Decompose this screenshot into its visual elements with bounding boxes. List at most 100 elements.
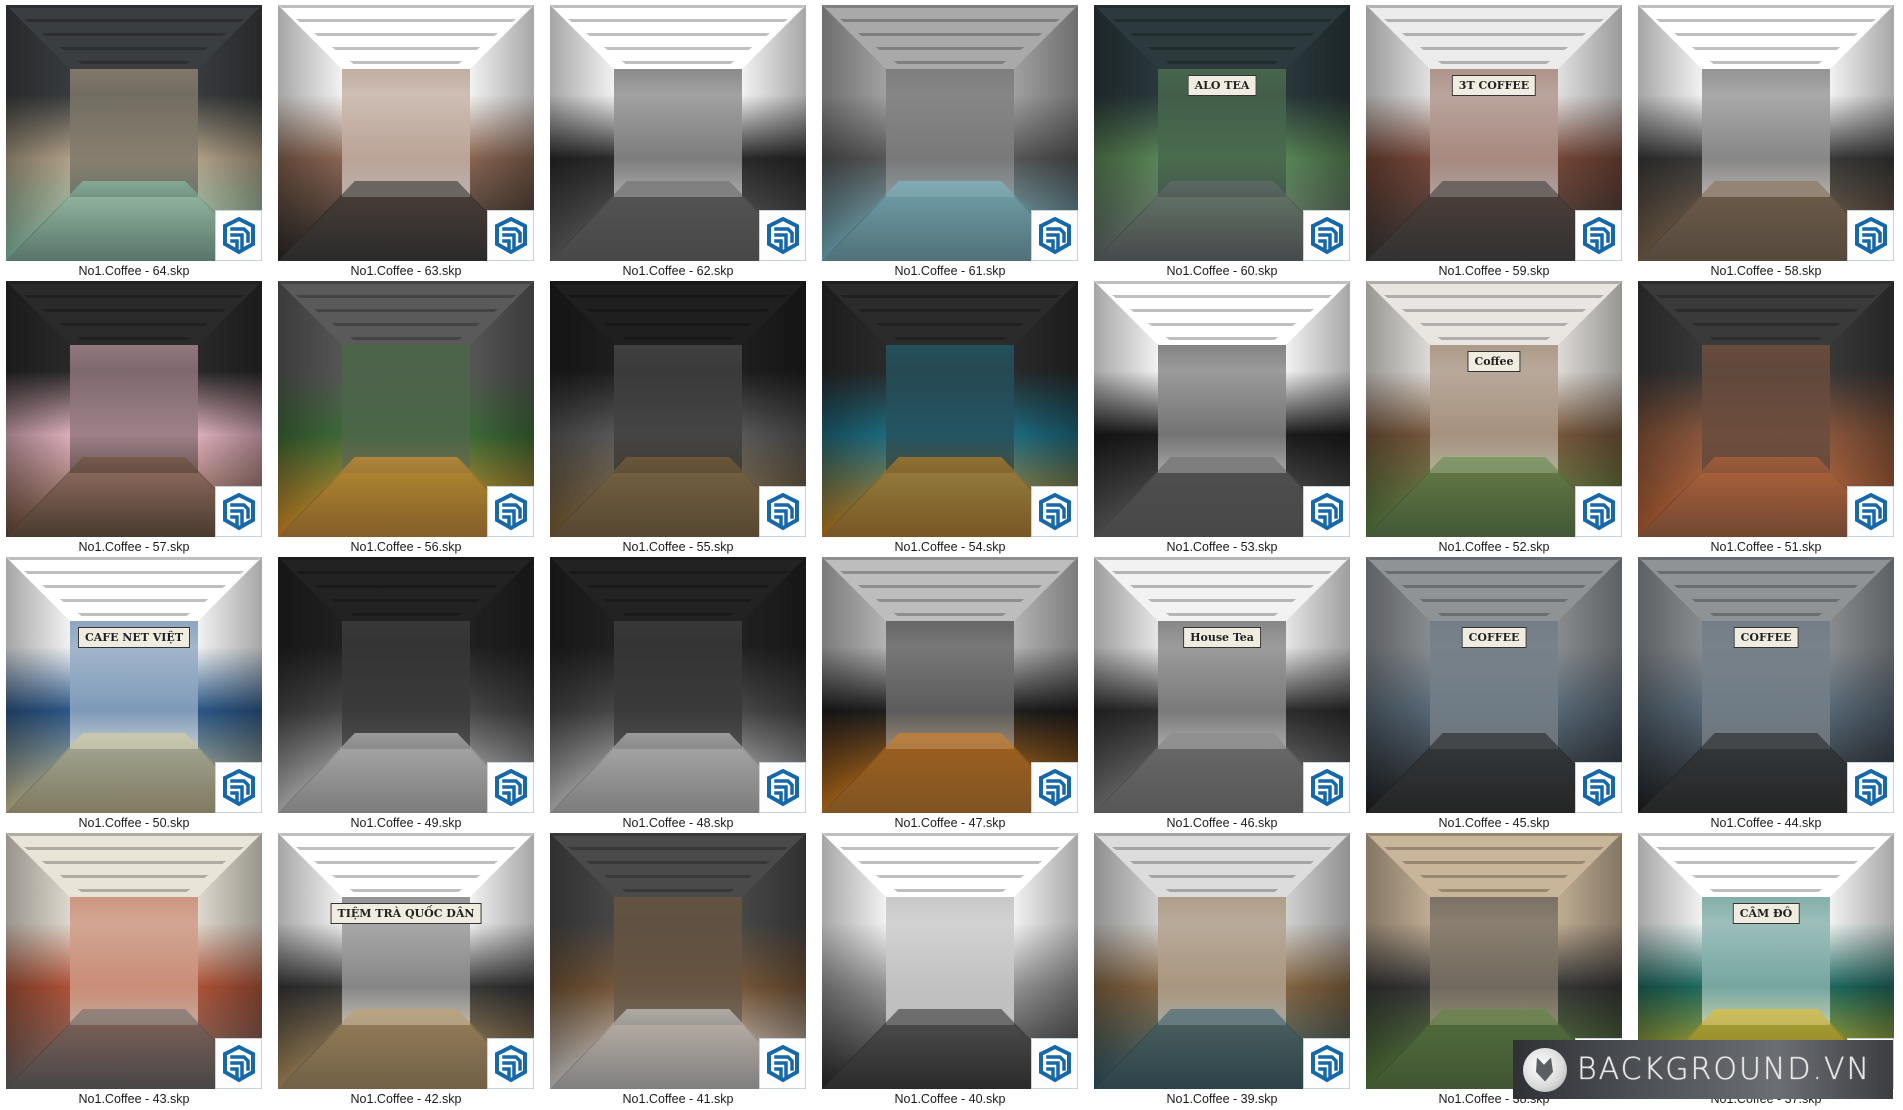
sketchup-icon [215, 486, 262, 537]
file-item[interactable]: No1.Coffee - 58.skp [1638, 5, 1894, 281]
file-item[interactable]: No1.Coffee - 40.skp [822, 833, 1078, 1109]
file-thumbnail[interactable] [278, 281, 534, 537]
file-name-label[interactable]: No1.Coffee - 46.skp [1086, 814, 1358, 832]
file-item[interactable]: 3T COFFEE No1.Coffee - 59.skp [1366, 5, 1622, 281]
file-thumbnail[interactable]: CAFE NET VIỆT [6, 557, 262, 813]
file-name-label[interactable]: No1.Coffee - 51.skp [1630, 538, 1902, 556]
file-name-label[interactable]: No1.Coffee - 40.skp [814, 1090, 1086, 1108]
file-name-label[interactable]: No1.Coffee - 58.skp [1630, 262, 1902, 280]
file-name-label[interactable]: No1.Coffee - 61.skp [814, 262, 1086, 280]
file-name-label[interactable]: No1.Coffee - 63.skp [270, 262, 542, 280]
signage-text: COFFEE [1733, 627, 1799, 648]
file-thumbnail[interactable] [6, 833, 262, 1089]
file-name-label[interactable]: No1.Coffee - 59.skp [1358, 262, 1630, 280]
signage-text: Coffee [1467, 351, 1521, 372]
file-thumbnail[interactable]: COFFEE [1638, 557, 1894, 813]
file-thumbnail[interactable] [550, 281, 806, 537]
file-name-label[interactable]: No1.Coffee - 48.skp [542, 814, 814, 832]
file-item[interactable]: No1.Coffee - 49.skp [278, 557, 534, 833]
file-thumbnail[interactable] [1094, 833, 1350, 1089]
file-name-label[interactable]: No1.Coffee - 64.skp [0, 262, 270, 280]
file-thumbnail[interactable] [6, 5, 262, 261]
file-name-label[interactable]: No1.Coffee - 55.skp [542, 538, 814, 556]
sketchup-icon [1303, 762, 1350, 813]
file-name-label[interactable]: No1.Coffee - 44.skp [1630, 814, 1902, 832]
file-item[interactable]: No1.Coffee - 57.skp [6, 281, 262, 557]
file-name-label[interactable]: No1.Coffee - 50.skp [0, 814, 270, 832]
file-item[interactable]: No1.Coffee - 43.skp [6, 833, 262, 1109]
sketchup-icon [1847, 486, 1894, 537]
file-item[interactable]: No1.Coffee - 47.skp [822, 557, 1078, 833]
sketchup-icon [1847, 210, 1894, 261]
file-name-label[interactable]: No1.Coffee - 43.skp [0, 1090, 270, 1108]
file-name-label[interactable]: No1.Coffee - 53.skp [1086, 538, 1358, 556]
file-thumbnail[interactable] [550, 5, 806, 261]
file-thumbnail[interactable] [1638, 5, 1894, 261]
sketchup-icon [1303, 486, 1350, 537]
sketchup-icon [1031, 486, 1078, 537]
sketchup-icon [1303, 210, 1350, 261]
sketchup-icon [759, 762, 806, 813]
file-thumbnail[interactable] [822, 833, 1078, 1089]
file-item[interactable]: Coffee No1.Coffee - 52.skp [1366, 281, 1622, 557]
file-item[interactable]: COFFEE No1.Coffee - 45.skp [1366, 557, 1622, 833]
sketchup-icon [215, 1038, 262, 1089]
file-name-label[interactable]: No1.Coffee - 41.skp [542, 1090, 814, 1108]
file-item[interactable]: TIỆM TRÀ QUỐC DÂN No1.Coffee - 42.skp [278, 833, 534, 1109]
file-item[interactable]: No1.Coffee - 55.skp [550, 281, 806, 557]
file-thumbnail[interactable]: 3T COFFEE [1366, 5, 1622, 261]
file-thumbnail[interactable]: Coffee [1366, 281, 1622, 537]
file-item[interactable]: No1.Coffee - 54.skp [822, 281, 1078, 557]
file-name-label[interactable]: No1.Coffee - 52.skp [1358, 538, 1630, 556]
file-name-label[interactable]: No1.Coffee - 39.skp [1086, 1090, 1358, 1108]
file-thumbnail[interactable] [550, 557, 806, 813]
file-thumbnail[interactable]: COFFEE [1366, 557, 1622, 813]
sketchup-icon [1303, 1038, 1350, 1089]
file-name-label[interactable]: No1.Coffee - 60.skp [1086, 262, 1358, 280]
file-name-label[interactable]: No1.Coffee - 45.skp [1358, 814, 1630, 832]
signage-text: House Tea [1183, 627, 1261, 648]
signage-text: 3T COFFEE [1451, 75, 1537, 96]
file-item[interactable]: No1.Coffee - 51.skp [1638, 281, 1894, 557]
file-thumbnail[interactable]: TIỆM TRÀ QUỐC DÂN [278, 833, 534, 1089]
file-item[interactable]: House Tea No1.Coffee - 46.skp [1094, 557, 1350, 833]
file-thumbnail[interactable] [550, 833, 806, 1089]
file-thumbnail[interactable] [278, 557, 534, 813]
file-thumbnail[interactable] [822, 5, 1078, 261]
file-thumbnail[interactable] [1638, 281, 1894, 537]
watermark-banner: BACKGROUND.VN [1513, 1040, 1893, 1099]
file-name-label[interactable]: No1.Coffee - 47.skp [814, 814, 1086, 832]
file-name-label[interactable]: No1.Coffee - 42.skp [270, 1090, 542, 1108]
file-item[interactable]: COFFEE No1.Coffee - 44.skp [1638, 557, 1894, 833]
file-name-label[interactable]: No1.Coffee - 57.skp [0, 538, 270, 556]
file-name-label[interactable]: No1.Coffee - 49.skp [270, 814, 542, 832]
file-item[interactable]: No1.Coffee - 63.skp [278, 5, 534, 281]
file-item[interactable]: No1.Coffee - 62.skp [550, 5, 806, 281]
signage-text: COFFEE [1461, 627, 1527, 648]
sketchup-icon [1847, 762, 1894, 813]
file-item[interactable]: No1.Coffee - 53.skp [1094, 281, 1350, 557]
sketchup-icon [1031, 762, 1078, 813]
file-item[interactable]: No1.Coffee - 64.skp [6, 5, 262, 281]
file-item[interactable]: No1.Coffee - 48.skp [550, 557, 806, 833]
file-thumbnail[interactable] [822, 557, 1078, 813]
sketchup-icon [1575, 486, 1622, 537]
file-thumbnail[interactable] [822, 281, 1078, 537]
file-name-label[interactable]: No1.Coffee - 62.skp [542, 262, 814, 280]
file-thumbnail[interactable] [6, 281, 262, 537]
file-name-label[interactable]: No1.Coffee - 54.skp [814, 538, 1086, 556]
file-item[interactable]: ALO TEA No1.Coffee - 60.skp [1094, 5, 1350, 281]
signage-text: TIỆM TRÀ QUỐC DÂN [330, 903, 482, 924]
file-thumbnail[interactable] [278, 5, 534, 261]
wolf-logo-icon [1523, 1047, 1567, 1092]
file-item[interactable]: No1.Coffee - 56.skp [278, 281, 534, 557]
file-thumbnail[interactable]: ALO TEA [1094, 5, 1350, 261]
file-item[interactable]: No1.Coffee - 41.skp [550, 833, 806, 1109]
file-item[interactable]: CAFE NET VIỆT No1.Coffee - 50.skp [6, 557, 262, 833]
file-item[interactable]: No1.Coffee - 39.skp [1094, 833, 1350, 1109]
file-name-label[interactable]: No1.Coffee - 56.skp [270, 538, 542, 556]
signage-text: CAFE NET VIỆT [77, 627, 191, 648]
file-thumbnail[interactable] [1094, 281, 1350, 537]
file-item[interactable]: No1.Coffee - 61.skp [822, 5, 1078, 281]
file-thumbnail[interactable]: House Tea [1094, 557, 1350, 813]
